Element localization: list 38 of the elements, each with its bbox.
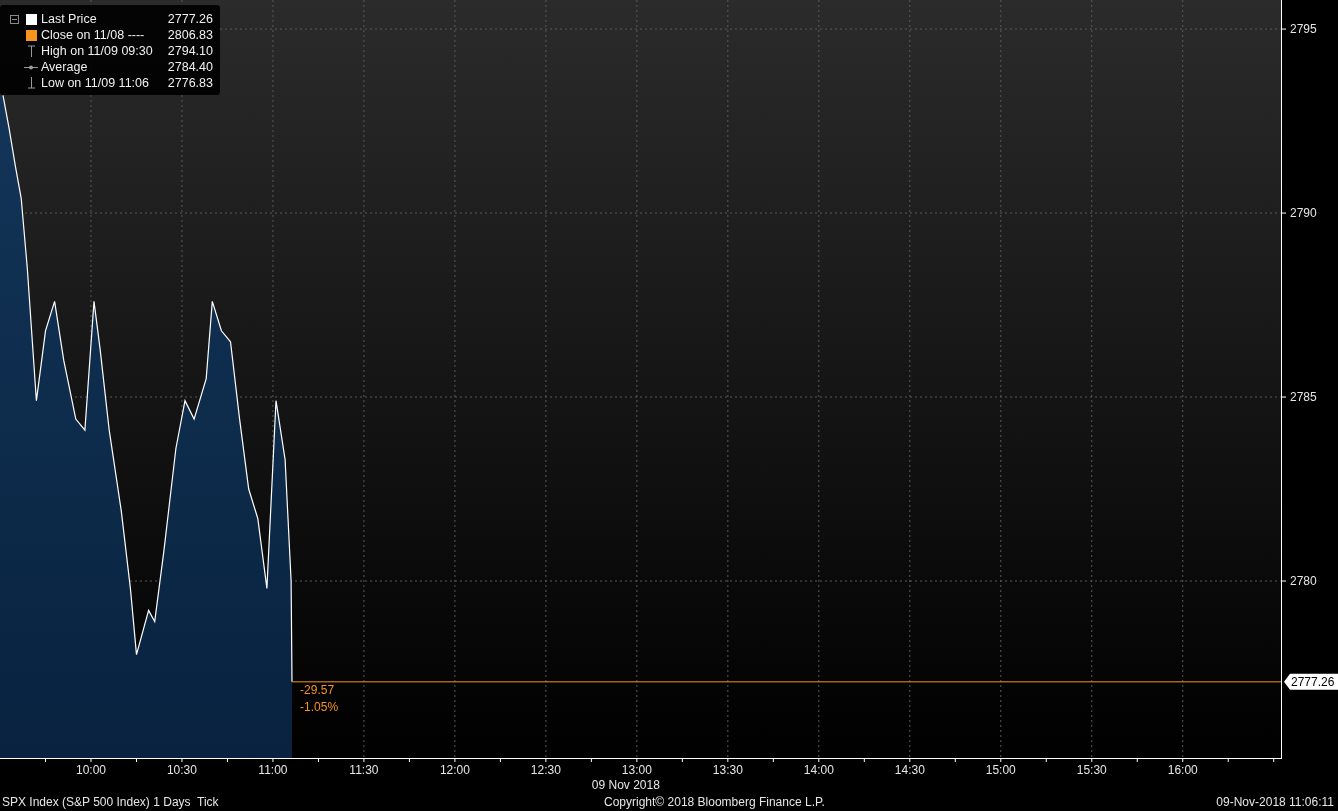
legend-value: 2776.83	[167, 74, 213, 92]
legend-label: Close on 11/08 ----	[41, 26, 145, 44]
timestamp: 09-Nov-2018 11:06:11	[1216, 794, 1335, 811]
axis-label: 10:00	[75, 763, 106, 777]
axis-label: 15:00	[985, 763, 1016, 777]
axis-label: 13:30	[712, 763, 743, 777]
date-label: 09 Nov 2018	[591, 778, 660, 792]
legend-label: Low on 11/09 11:06	[41, 74, 149, 92]
axis-label: 2780	[1290, 574, 1317, 588]
axis-label: 10:30	[166, 763, 197, 777]
change-value: -29.57	[300, 682, 335, 697]
axis-label: 2795	[1290, 22, 1317, 37]
axis-label: 12:30	[530, 763, 561, 777]
security-description: SPX Index (S&P 500 Index) 1 Days Tick	[1, 794, 220, 811]
average-marker-icon	[24, 63, 38, 71]
high-marker-icon	[26, 45, 36, 57]
axis-label: 16:00	[1167, 763, 1198, 777]
legend-label: High on 11/09 09:30	[41, 42, 153, 60]
axis-label: 13:00	[621, 763, 652, 777]
axis-label: 2790	[1290, 206, 1317, 221]
legend-label: Average	[41, 58, 88, 76]
collapse-icon[interactable]	[10, 14, 19, 24]
axis-label: 12:00	[439, 763, 470, 777]
legend-value: 2806.83	[167, 26, 213, 44]
copyright-text: Copyright© 2018 Bloomberg Finance L.P.	[604, 794, 825, 811]
legend-value: 2777.26	[167, 10, 213, 28]
legend-value: 2784.40	[167, 58, 213, 76]
axis-label: 15:30	[1076, 763, 1107, 777]
legend-label: Last Price	[41, 10, 97, 28]
axis-label: 2785	[1290, 390, 1317, 405]
low-marker-icon	[26, 77, 36, 89]
last-price-tag: 2777.26	[1284, 673, 1338, 690]
axis-label: 14:00	[803, 763, 834, 777]
axis-label: 11:00	[258, 763, 288, 777]
axis-label: 11:30	[349, 763, 379, 777]
legend-value: 2794.10	[167, 42, 213, 60]
axis-label: 14:30	[894, 763, 925, 777]
change-percent: -1.05%	[300, 699, 339, 714]
